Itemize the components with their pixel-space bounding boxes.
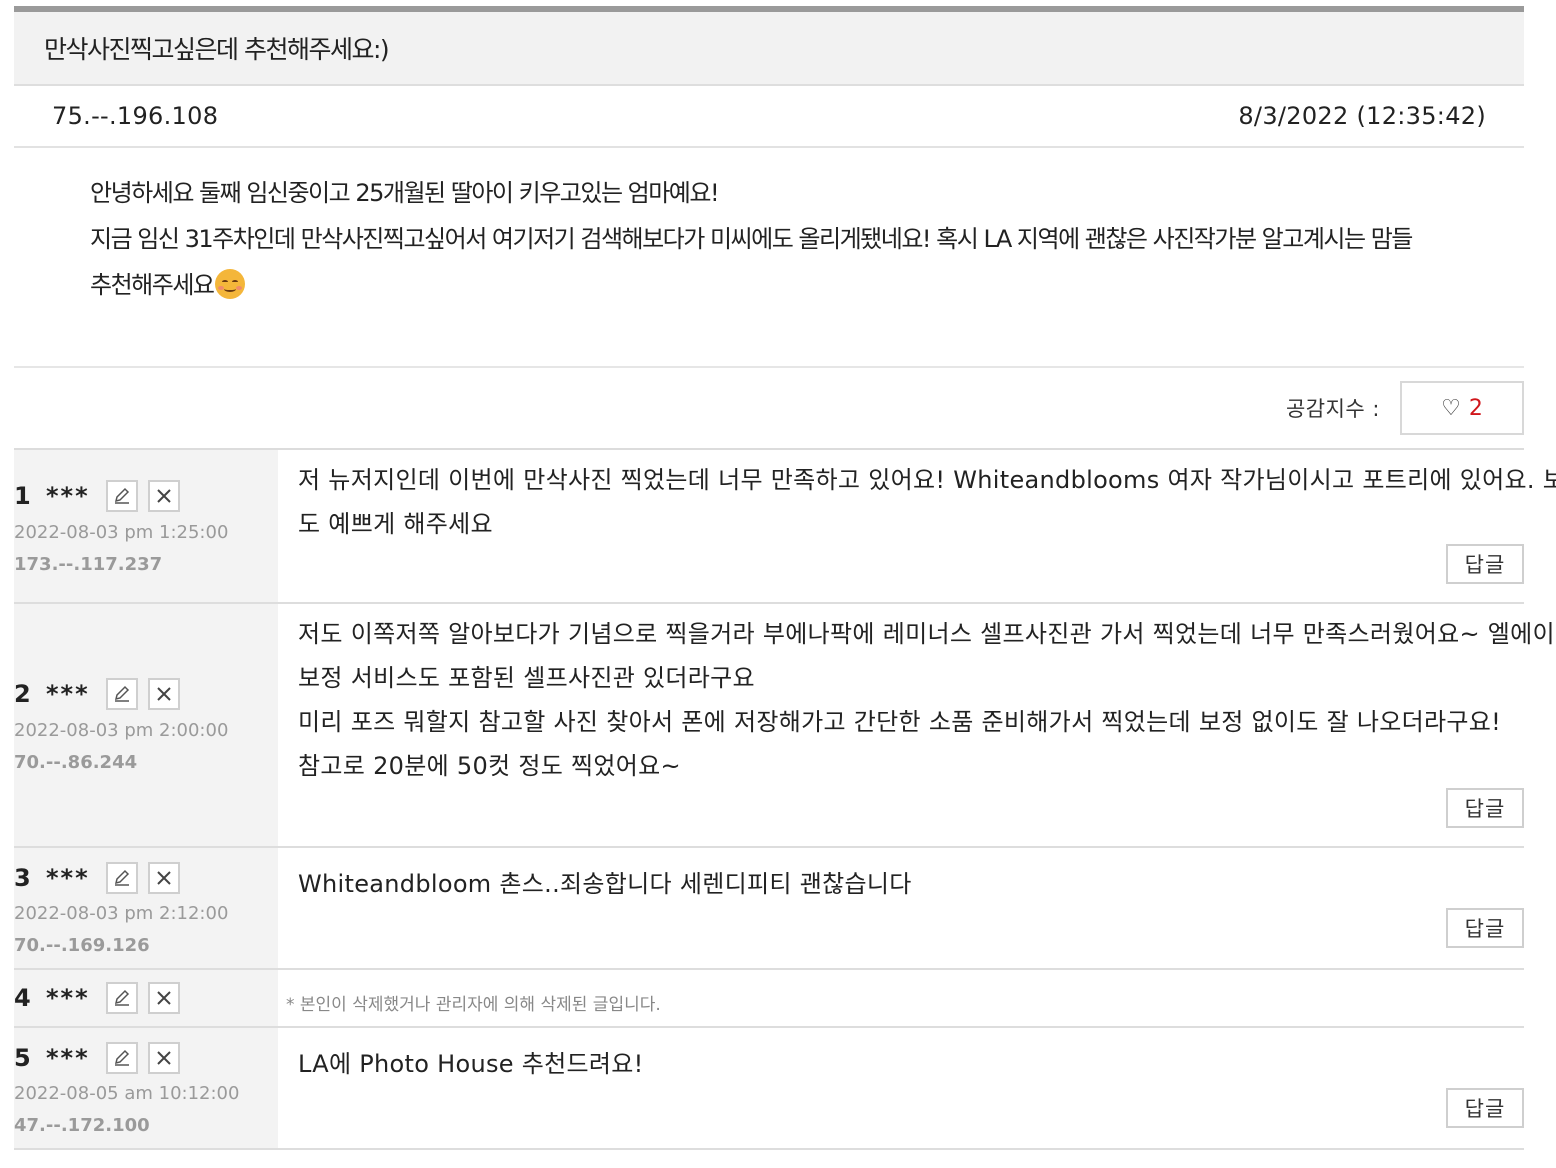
edit-icon[interactable]	[106, 480, 138, 512]
deleted-notice: * 본인이 삭제했거나 관리자에 의해 삭제된 글입니다.	[286, 995, 661, 1015]
comment-head: 5 ***	[14, 1042, 190, 1074]
comment-number: 1	[14, 482, 31, 510]
comment-head: 1 ***	[14, 480, 190, 512]
post-title: 만삭사진찍고싶은데 추천해주세요:)	[44, 35, 390, 64]
comment-item: 1 *** 2022-08-03 pm 1:25:00 173.--.117.2…	[14, 450, 1556, 604]
comment-content: 저도 이쪽저쪽 알아보다가 기념으로 찍을거라 부에나팍에 레미너스 셀프사진관…	[278, 604, 1556, 846]
delete-icon[interactable]	[148, 982, 180, 1014]
comment-ip: 47.--.172.100	[14, 1115, 150, 1136]
comment-text: 저 뉴저지인데 이번에 만삭사진 찍었는데 너무 만족하고 있어요! White…	[298, 458, 1556, 546]
comment-line: 저도 이쪽저쪽 알아보다가 기념으로 찍을거라 부에나팍에 레미너스 셀프사진관…	[298, 620, 1556, 648]
comment-item-deleted: 4 *** * 본인이 삭제했거나 관리자에 의해 삭제된 글입니다.	[14, 970, 1524, 1028]
edit-icon[interactable]	[106, 862, 138, 894]
post-body-line: 지금 임신 31주차인데 만삭사진찍고싶어서 여기저기 검색해보다가 미씨에도 …	[90, 225, 1413, 253]
comment-user: ***	[46, 864, 90, 892]
comment-meta: 3 *** 2022-08-03 pm 2:12:00 70.--.169.12…	[14, 848, 278, 968]
smiling-face-icon	[215, 269, 246, 299]
comment-item: 5 *** 2022-08-05 am 10:12:00 47.--.172.1…	[14, 1028, 1524, 1150]
comment-meta: 1 *** 2022-08-03 pm 1:25:00 173.--.117.2…	[14, 450, 278, 602]
reply-button[interactable]: 답글	[1446, 788, 1524, 828]
edit-icon[interactable]	[106, 982, 138, 1014]
delete-icon[interactable]	[148, 480, 180, 512]
delete-icon[interactable]	[148, 1042, 180, 1074]
comment-number: 5	[14, 1044, 31, 1072]
post-title-row: 만삭사진찍고싶은데 추천해주세요:)	[14, 12, 1524, 86]
comment-text: Whiteandbloom 촌스..죄송합니다 세렌디피티 괜찮습니다	[298, 862, 912, 906]
comment-line: 저 뉴저지인데 이번에 만삭사진 찍었는데 너무 만족하고 있어요! White…	[298, 466, 1556, 494]
comment-content: Whiteandbloom 촌스..죄송합니다 세렌디피티 괜찮습니다 답글	[278, 848, 1524, 968]
like-button[interactable]: ♡ 2	[1400, 381, 1524, 435]
comment-content: * 본인이 삭제했거나 관리자에 의해 삭제된 글입니다.	[278, 970, 1524, 1026]
comment-head: 2 ***	[14, 678, 190, 710]
post-body-line: 추천해주세요	[90, 262, 1524, 308]
edit-icon[interactable]	[106, 678, 138, 710]
comment-date: 2022-08-03 pm 2:12:00	[14, 903, 229, 924]
comment-ip: 173.--.117.237	[14, 554, 163, 575]
comment-number: 2	[14, 680, 31, 708]
comment-number: 3	[14, 864, 31, 892]
comment-line: 참고로 20분에 50컷 정도 찍었어요~	[298, 752, 681, 780]
comment-meta: 5 *** 2022-08-05 am 10:12:00 47.--.172.1…	[14, 1028, 278, 1148]
comment-item: 2 *** 2022-08-03 pm 2:00:00 70.--.86.244…	[14, 604, 1556, 848]
comment-head: 3 ***	[14, 862, 190, 894]
post-body-text: 추천해주세요	[90, 271, 215, 299]
comment-date: 2022-08-03 pm 1:25:00	[14, 522, 229, 543]
comment-date: 2022-08-03 pm 2:00:00	[14, 720, 229, 741]
comment-meta: 4 ***	[14, 970, 278, 1026]
comment-user: ***	[46, 1044, 90, 1072]
comment-line: 보정 서비스도 포함된 셀프사진관 있더라구요	[298, 664, 755, 692]
like-row: 공감지수 : ♡ 2	[14, 368, 1524, 450]
comment-line: Whiteandbloom 촌스..죄송합니다 세렌디피티 괜찮습니다	[298, 870, 912, 898]
like-label: 공감지수 :	[1285, 397, 1380, 421]
comment-content: 저 뉴저지인데 이번에 만삭사진 찍었는데 너무 만족하고 있어요! White…	[278, 450, 1556, 602]
comment-line: 도 예쁘게 해주세요	[298, 510, 493, 538]
comment-line: LA에 Photo House 추천드려요!	[298, 1050, 644, 1078]
comment-head: 4 ***	[14, 982, 190, 1014]
post-body-line: 안녕하세요 둘째 임신중이고 25개월된 딸아이 키우고있는 엄마예요!	[90, 179, 720, 207]
comment-line: 미리 포즈 뭐할지 참고할 사진 찾아서 폰에 저장해가고 간단한 소품 준비해…	[298, 708, 1502, 736]
comment-date: 2022-08-05 am 10:12:00	[14, 1083, 240, 1104]
delete-icon[interactable]	[148, 862, 180, 894]
edit-icon[interactable]	[106, 1042, 138, 1074]
reply-button[interactable]: 답글	[1446, 908, 1524, 948]
comment-meta: 2 *** 2022-08-03 pm 2:00:00 70.--.86.244	[14, 604, 278, 846]
post-container: 만삭사진찍고싶은데 추천해주세요:) 75.--.196.108 8/3/202…	[14, 6, 1556, 1150]
comment-ip: 70.--.86.244	[14, 752, 138, 773]
comment-text: LA에 Photo House 추천드려요!	[298, 1042, 644, 1086]
reply-button[interactable]: 답글	[1446, 1088, 1524, 1128]
comment-ip: 70.--.169.126	[14, 935, 150, 956]
like-count: 2	[1468, 395, 1483, 421]
comment-number: 4	[14, 984, 31, 1012]
comment-user: ***	[46, 482, 90, 510]
post-author-ip: 75.--.196.108	[52, 102, 219, 130]
post-meta: 75.--.196.108 8/3/2022 (12:35:42)	[14, 86, 1524, 148]
comment-user: ***	[46, 680, 90, 708]
comment-text: 저도 이쪽저쪽 알아보다가 기념으로 찍을거라 부에나팍에 레미너스 셀프사진관…	[298, 612, 1556, 788]
post-date: 8/3/2022 (12:35:42)	[1238, 102, 1486, 130]
reply-button[interactable]: 답글	[1446, 544, 1524, 584]
comment-item: 3 *** 2022-08-03 pm 2:12:00 70.--.169.12…	[14, 848, 1524, 970]
post-body: 안녕하세요 둘째 임신중이고 25개월된 딸아이 키우고있는 엄마예요! 지금 …	[14, 148, 1524, 368]
delete-icon[interactable]	[148, 678, 180, 710]
heart-icon: ♡	[1441, 395, 1461, 421]
comment-content: LA에 Photo House 추천드려요! 답글	[278, 1028, 1524, 1148]
comment-user: ***	[46, 984, 90, 1012]
